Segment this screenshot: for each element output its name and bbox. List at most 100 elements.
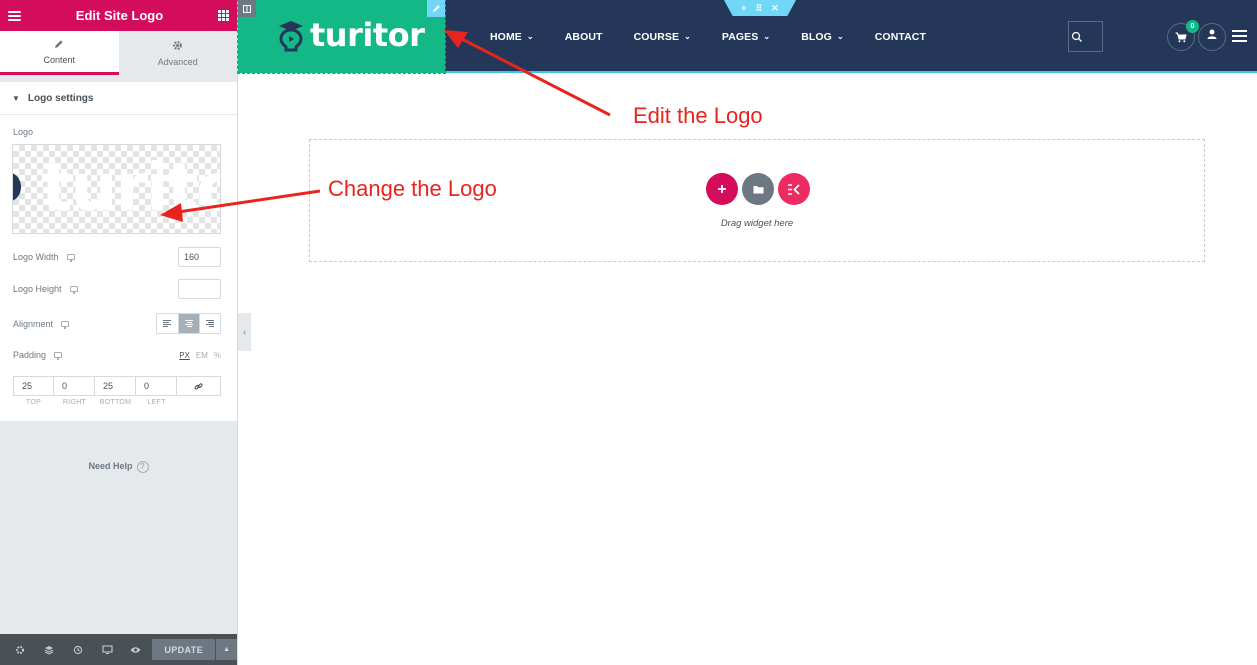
logo-settings-section[interactable]: ▼ Logo settings <box>0 82 237 115</box>
responsive-desktop-icon[interactable] <box>69 286 78 294</box>
unit-px[interactable]: PX <box>179 351 190 360</box>
add-new-section-button[interactable] <box>706 173 738 205</box>
padding-top-input[interactable]: 25 <box>13 376 54 396</box>
panel-title: Edit Site Logo <box>75 8 164 23</box>
drag-widget-hint: Drag widget here <box>720 218 794 229</box>
search-button[interactable] <box>1068 21 1103 52</box>
chevron-down-icon: ⌄ <box>684 32 691 41</box>
padding-bottom-input[interactable]: 25 <box>95 376 136 396</box>
main-navigation: HOME ⌄ ABOUT COURSE ⌄ PAGES ⌄ BLOG ⌄ CONTACT <box>490 0 957 73</box>
navigator-layers-icon[interactable] <box>35 634 64 665</box>
chevron-down-icon: ⌄ <box>526 32 534 41</box>
collapse-panel-toggle[interactable]: ‹ <box>238 313 251 351</box>
padding-inputs: 25 0 25 0 <box>13 376 221 396</box>
folder-icon <box>753 185 763 193</box>
tab-advanced-label: Advanced <box>157 56 198 67</box>
tab-content-label: Content <box>43 54 76 65</box>
gear-icon <box>172 40 183 54</box>
logo-label: Logo <box>13 127 34 137</box>
edit-widget-pencil-icon[interactable] <box>427 0 445 17</box>
account-button[interactable] <box>1198 23 1226 51</box>
padding-label: Padding <box>13 350 47 360</box>
unit-percent[interactable]: % <box>214 351 221 360</box>
panel-body: ▼ Logo settings Logo turitor Logo Width … <box>0 82 237 421</box>
alignment-label: Alignment <box>13 318 54 329</box>
padding-right-label: RIGHT <box>62 399 87 406</box>
nav-blog-label: BLOG <box>801 30 832 43</box>
need-help-label: Need Help <box>88 461 133 471</box>
logo-width-input[interactable]: 160 <box>178 247 221 267</box>
site-logo-widget[interactable]: turitor <box>237 0 446 74</box>
padding-top-label: TOP <box>25 399 42 406</box>
padding-left-label: LEFT <box>147 399 166 406</box>
caret-down-icon: ▼ <box>12 93 20 103</box>
nav-pages[interactable]: PAGES ⌄ <box>722 31 770 43</box>
user-icon <box>1207 29 1217 39</box>
site-header: turitor + ⠿ ✕ HOME ⌄ ABOUT COURSE ⌄ PAGES ⌄… <box>237 0 1257 74</box>
preview-eye-icon[interactable] <box>122 634 151 665</box>
responsive-desktop-icon[interactable] <box>54 352 63 360</box>
logo-height-label: Logo Height <box>13 284 62 294</box>
plus-icon <box>718 185 726 193</box>
logo-height-input[interactable] <box>178 279 221 299</box>
annotation-edit-logo: Edit the Logo <box>633 103 763 128</box>
align-right-icon[interactable] <box>199 314 220 333</box>
logo-mark-preview <box>13 173 21 201</box>
nav-blog[interactable]: BLOG ⌄ <box>801 31 844 43</box>
logo-preview-text: turitor <box>41 149 220 226</box>
padding-side-labels: TOP RIGHT BOTTOM LEFT <box>13 399 178 406</box>
site-brand-text: turitor <box>310 16 425 54</box>
editor-panel: Edit Site Logo Content Advanced ▼ Logo s… <box>0 0 238 665</box>
cart-count-badge: 0 <box>1186 20 1199 33</box>
turitor-logo-mark-icon <box>279 21 303 52</box>
padding-right-input[interactable]: 0 <box>54 376 95 396</box>
nav-home[interactable]: HOME ⌄ <box>490 31 534 43</box>
cart-icon <box>1175 32 1187 42</box>
question-icon: ? <box>136 461 149 473</box>
nav-about-label: ABOUT <box>564 30 603 43</box>
logo-image-picker[interactable]: turitor <box>12 144 221 234</box>
tab-advanced[interactable]: Advanced <box>119 31 238 75</box>
update-button[interactable]: UPDATE <box>152 639 216 660</box>
padding-left-input[interactable]: 0 <box>136 376 177 396</box>
link-values-icon[interactable] <box>177 376 221 396</box>
need-help-link[interactable]: Need Help? <box>0 461 237 473</box>
nav-course-label: COURSE <box>633 30 680 43</box>
history-icon[interactable] <box>64 634 93 665</box>
padding-row: Padding PX EM % <box>13 350 221 360</box>
annotation-change-logo: Change the Logo <box>328 176 497 201</box>
hamburger-menu-icon[interactable] <box>1232 30 1247 42</box>
menu-icon[interactable] <box>8 10 21 21</box>
column-handle-icon[interactable] <box>238 0 256 17</box>
align-center-icon[interactable] <box>178 314 199 333</box>
align-left-icon[interactable] <box>157 314 178 333</box>
logo-height-row: Logo Height <box>13 279 221 299</box>
add-template-button[interactable] <box>742 173 774 205</box>
nav-home-label: HOME <box>490 30 522 43</box>
tab-content[interactable]: Content <box>0 31 119 75</box>
panel-header: Edit Site Logo <box>0 0 237 31</box>
alignment-row: Alignment <box>13 313 221 334</box>
section-title: Logo settings <box>27 92 94 104</box>
elementskit-library-button[interactable] <box>778 173 810 205</box>
chevron-down-icon: ⌄ <box>836 32 844 41</box>
nav-about[interactable]: ABOUT <box>565 31 603 43</box>
alignment-choices <box>156 313 221 334</box>
settings-gear-icon[interactable] <box>6 634 35 665</box>
nav-contact[interactable]: CONTACT <box>875 31 926 43</box>
nav-pages-label: PAGES <box>721 30 759 43</box>
padding-bottom-label: BOTTOM <box>99 399 132 406</box>
nav-course[interactable]: COURSE ⌄ <box>634 31 691 43</box>
responsive-desktop-icon[interactable] <box>66 254 75 262</box>
pencil-icon <box>54 39 64 52</box>
chevron-down-icon: ⌄ <box>763 32 771 41</box>
unit-em[interactable]: EM <box>196 351 208 360</box>
logo-width-label: Logo Width <box>13 252 59 262</box>
panel-footer: UPDATE ▲ <box>0 634 237 665</box>
unit-switcher: PX EM % <box>179 351 221 360</box>
nav-contact-label: CONTACT <box>874 30 926 43</box>
responsive-desktop-icon[interactable] <box>61 320 70 329</box>
caret-up-icon[interactable]: ▲ <box>216 639 237 660</box>
responsive-mode-icon[interactable] <box>93 634 122 665</box>
widgets-grid-icon[interactable] <box>217 10 229 21</box>
